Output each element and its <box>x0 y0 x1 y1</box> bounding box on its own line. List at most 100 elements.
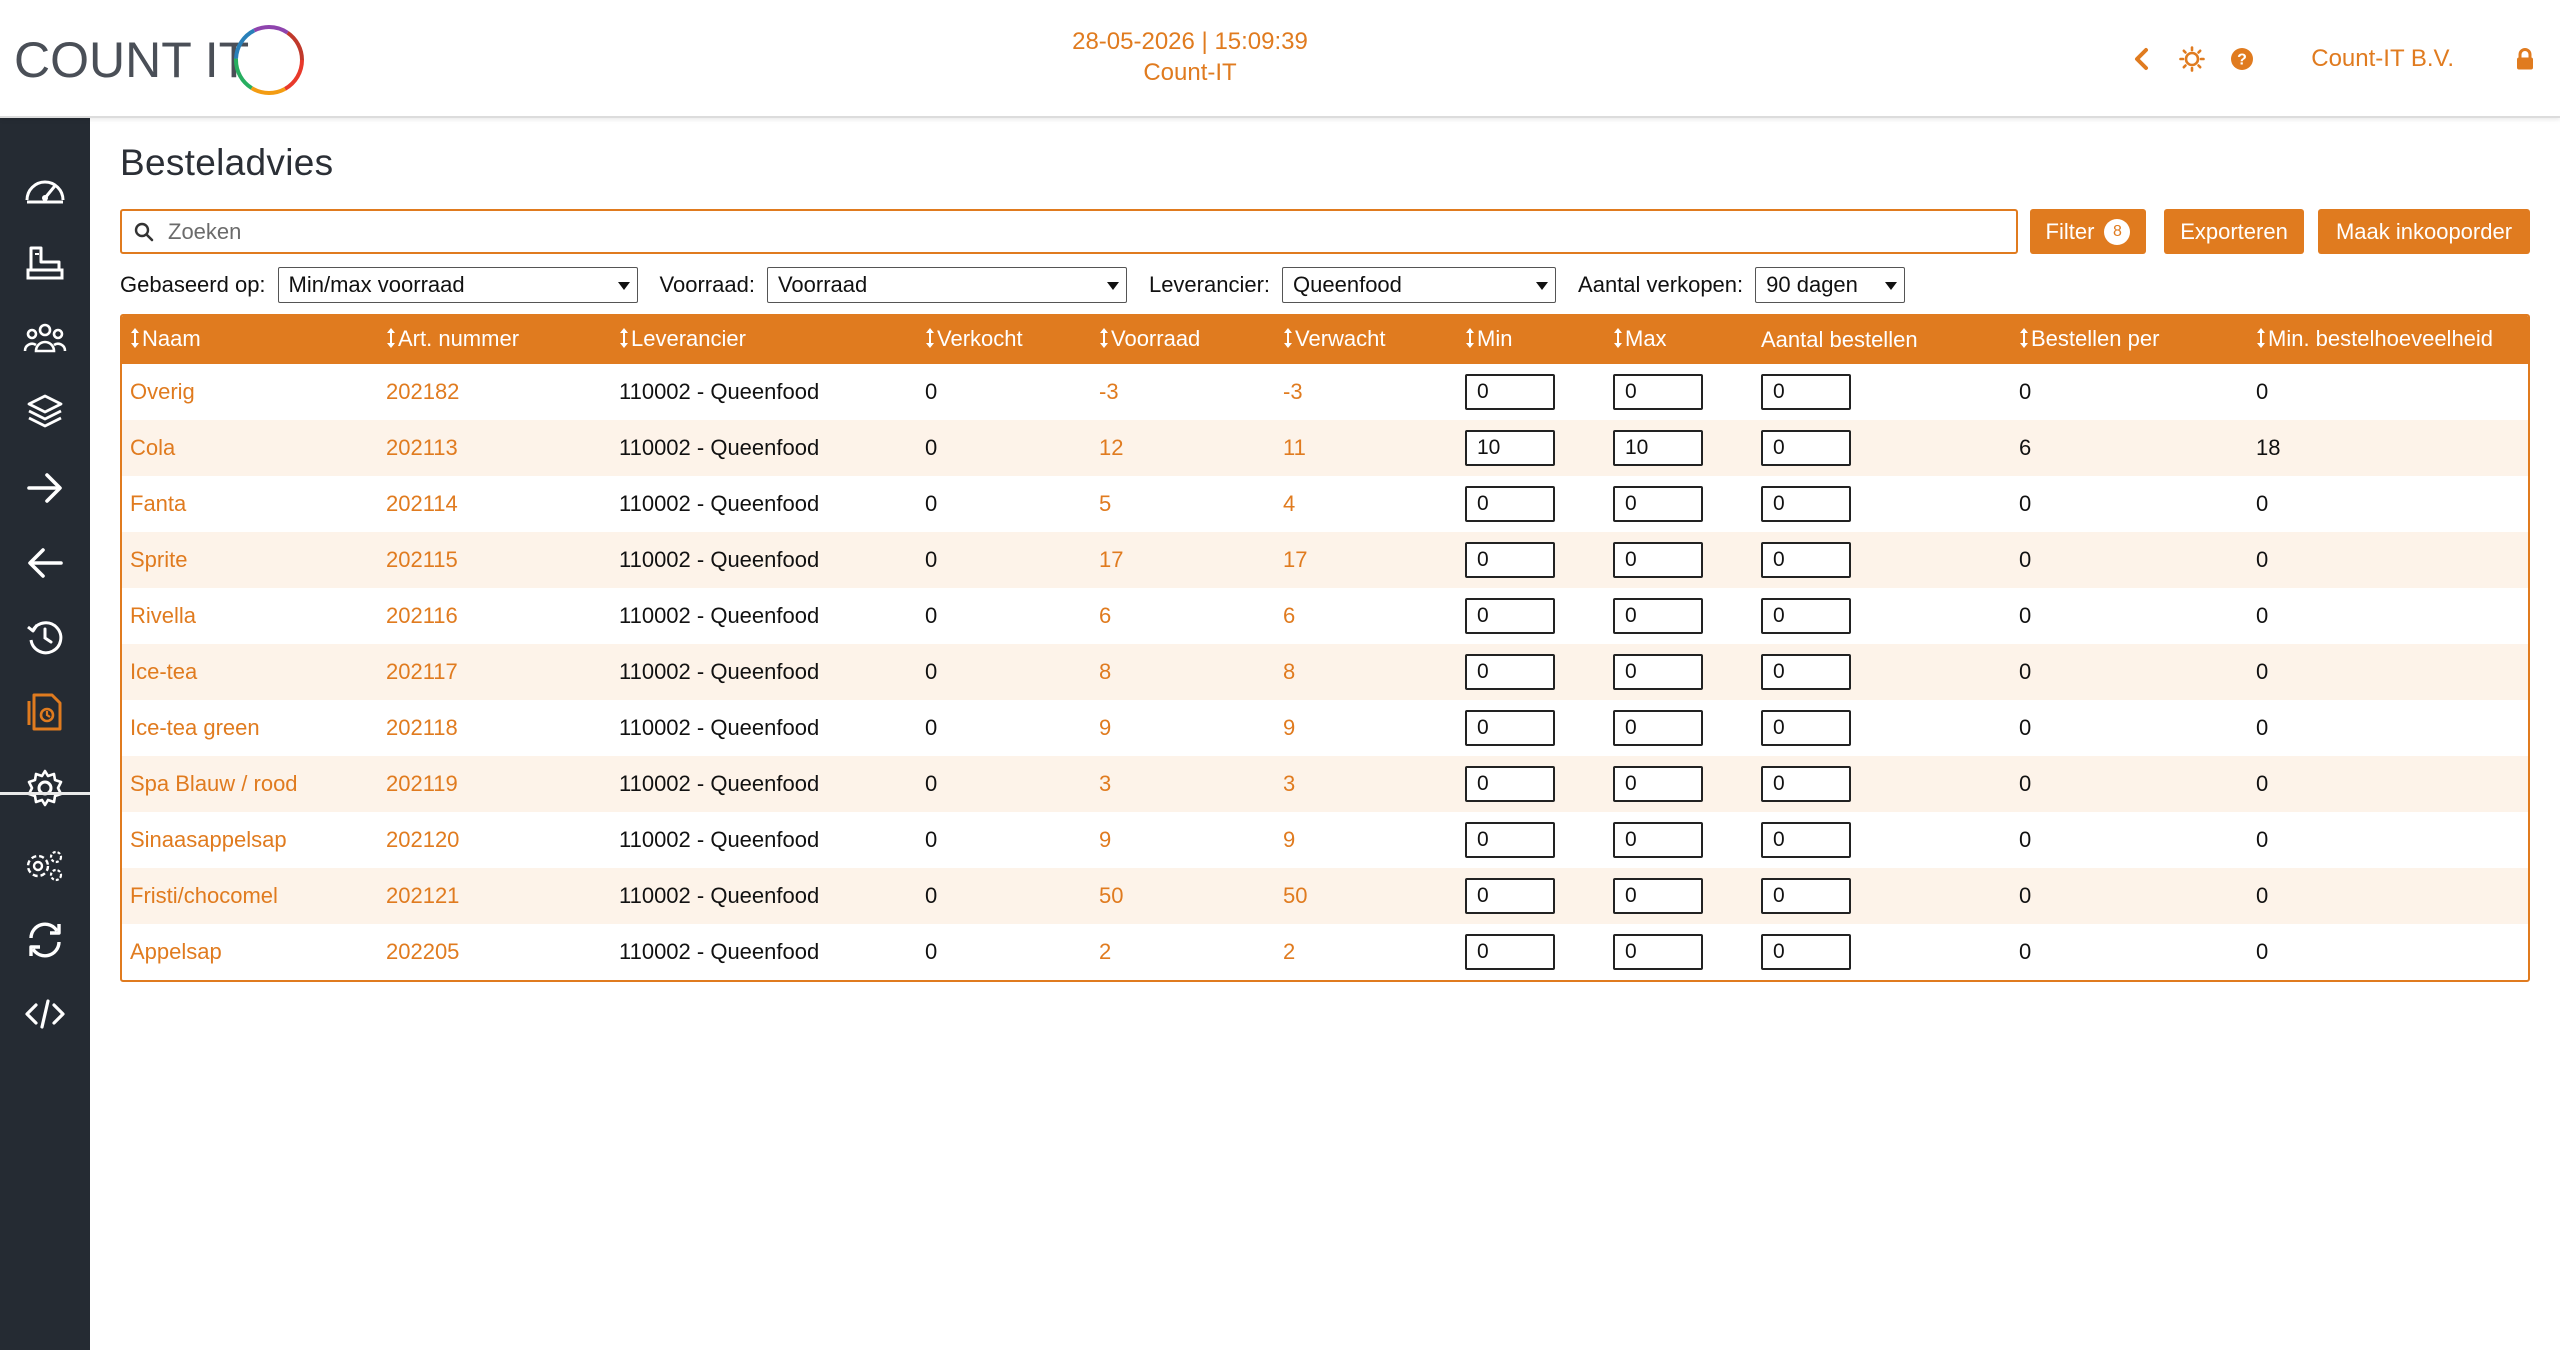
article-number-link[interactable]: 202116 <box>386 603 458 628</box>
order-quantity-input[interactable] <box>1761 486 1851 522</box>
col-header-min-bestelhoeveelheid[interactable]: Min. bestelhoeveelheid <box>2248 316 2528 364</box>
max-input[interactable] <box>1613 710 1703 746</box>
search-box[interactable] <box>120 209 2018 254</box>
min-input[interactable] <box>1465 766 1555 802</box>
lock-icon[interactable] <box>2500 34 2550 84</box>
product-name-link[interactable]: Sprite <box>130 547 187 572</box>
max-input[interactable] <box>1613 878 1703 914</box>
order-quantity-input[interactable] <box>1761 822 1851 858</box>
col-header-bestellen-per[interactable]: Bestellen per <box>2011 316 2248 364</box>
expected-link[interactable]: 6 <box>1283 603 1295 628</box>
product-name-link[interactable]: Overig <box>130 379 195 404</box>
min-input[interactable] <box>1465 710 1555 746</box>
count-it-logo[interactable]: COUNT IT <box>14 20 309 100</box>
sidebar-item-outgoing[interactable] <box>0 531 90 595</box>
stock-link[interactable]: 5 <box>1099 491 1111 516</box>
stock-link[interactable]: 9 <box>1099 827 1111 852</box>
max-input[interactable] <box>1613 374 1703 410</box>
expected-link[interactable]: 50 <box>1283 883 1307 908</box>
sidebar-item-sync[interactable] <box>0 908 90 972</box>
order-quantity-input[interactable] <box>1761 374 1851 410</box>
sidebar-item-advanced-settings[interactable] <box>0 834 90 898</box>
product-name-link[interactable]: Appelsap <box>130 939 222 964</box>
article-number-link[interactable]: 202113 <box>386 435 458 460</box>
col-header-verwacht[interactable]: Verwacht <box>1275 316 1457 364</box>
order-quantity-input[interactable] <box>1761 542 1851 578</box>
based-on-select[interactable]: Min/max voorraad <box>277 267 638 303</box>
min-input[interactable] <box>1465 374 1555 410</box>
stock-link[interactable]: 9 <box>1099 715 1111 740</box>
order-quantity-input[interactable] <box>1761 598 1851 634</box>
sidebar-item-order-advice[interactable] <box>0 680 90 744</box>
max-input[interactable] <box>1613 486 1703 522</box>
expected-link[interactable]: 9 <box>1283 827 1295 852</box>
product-name-link[interactable]: Fanta <box>130 491 186 516</box>
order-quantity-input[interactable] <box>1761 430 1851 466</box>
stock-link[interactable]: 6 <box>1099 603 1111 628</box>
stock-link[interactable]: 8 <box>1099 659 1111 684</box>
expected-link[interactable]: 11 <box>1283 435 1306 460</box>
expected-link[interactable]: -3 <box>1283 379 1303 404</box>
product-name-link[interactable]: Fristi/chocomel <box>130 883 278 908</box>
max-input[interactable] <box>1613 766 1703 802</box>
col-header-voorraad[interactable]: Voorraad <box>1091 316 1275 364</box>
article-number-link[interactable]: 202114 <box>386 491 458 516</box>
max-input[interactable] <box>1613 654 1703 690</box>
product-name-link[interactable]: Ice-tea green <box>130 715 260 740</box>
article-number-link[interactable]: 202117 <box>386 659 458 684</box>
sun-icon[interactable] <box>2167 34 2217 84</box>
stock-link[interactable]: 3 <box>1099 771 1111 796</box>
article-number-link[interactable]: 202182 <box>386 379 459 404</box>
order-quantity-input[interactable] <box>1761 878 1851 914</box>
filter-button[interactable]: Filter 8 <box>2030 209 2146 254</box>
max-input[interactable] <box>1613 934 1703 970</box>
max-input[interactable] <box>1613 822 1703 858</box>
expected-link[interactable]: 17 <box>1283 547 1307 572</box>
min-input[interactable] <box>1465 430 1555 466</box>
company-name[interactable]: Count-IT B.V. <box>2311 45 2454 73</box>
stock-link[interactable]: -3 <box>1099 379 1119 404</box>
order-quantity-input[interactable] <box>1761 654 1851 690</box>
sidebar-item-developer[interactable] <box>0 982 90 1046</box>
supplier-select[interactable]: Queenfood <box>1282 267 1557 303</box>
article-number-link[interactable]: 202121 <box>386 883 459 908</box>
sidebar-item-counting[interactable] <box>0 231 90 295</box>
search-input[interactable] <box>166 211 2016 252</box>
article-number-link[interactable]: 202115 <box>386 547 458 572</box>
max-input[interactable] <box>1613 598 1703 634</box>
create-purchase-order-button[interactable]: Maak inkooporder <box>2318 209 2530 254</box>
min-input[interactable] <box>1465 878 1555 914</box>
sidebar-item-dashboard[interactable] <box>0 158 90 222</box>
expected-link[interactable]: 9 <box>1283 715 1295 740</box>
sidebar-item-incoming[interactable] <box>0 456 90 520</box>
order-quantity-input[interactable] <box>1761 710 1851 746</box>
product-name-link[interactable]: Spa Blauw / rood <box>130 771 298 796</box>
expected-link[interactable]: 8 <box>1283 659 1295 684</box>
min-input[interactable] <box>1465 822 1555 858</box>
sidebar-item-history[interactable] <box>0 606 90 670</box>
max-input[interactable] <box>1613 542 1703 578</box>
stock-link[interactable]: 50 <box>1099 883 1123 908</box>
stock-link[interactable]: 17 <box>1099 547 1123 572</box>
sales-period-select[interactable]: 90 dagen <box>1755 267 1906 303</box>
chevron-left-icon[interactable] <box>2117 34 2167 84</box>
expected-link[interactable]: 4 <box>1283 491 1295 516</box>
order-quantity-input[interactable] <box>1761 934 1851 970</box>
col-header-verkocht[interactable]: Verkocht <box>917 316 1091 364</box>
sidebar-item-settings[interactable] <box>0 756 90 820</box>
col-header-min[interactable]: Min <box>1457 316 1605 364</box>
min-input[interactable] <box>1465 542 1555 578</box>
expected-link[interactable]: 3 <box>1283 771 1295 796</box>
export-button[interactable]: Exporteren <box>2164 209 2304 254</box>
stock-link[interactable]: 12 <box>1099 435 1123 460</box>
sidebar-item-products[interactable] <box>0 380 90 444</box>
col-header-max[interactable]: Max <box>1605 316 1753 364</box>
product-name-link[interactable]: Sinaasappelsap <box>130 827 287 852</box>
max-input[interactable] <box>1613 430 1703 466</box>
order-quantity-input[interactable] <box>1761 766 1851 802</box>
col-header-naam[interactable]: Naam <box>122 316 378 364</box>
stock-select[interactable]: Voorraad <box>766 267 1127 303</box>
stock-link[interactable]: 2 <box>1099 939 1111 964</box>
min-input[interactable] <box>1465 598 1555 634</box>
article-number-link[interactable]: 202205 <box>386 939 459 964</box>
